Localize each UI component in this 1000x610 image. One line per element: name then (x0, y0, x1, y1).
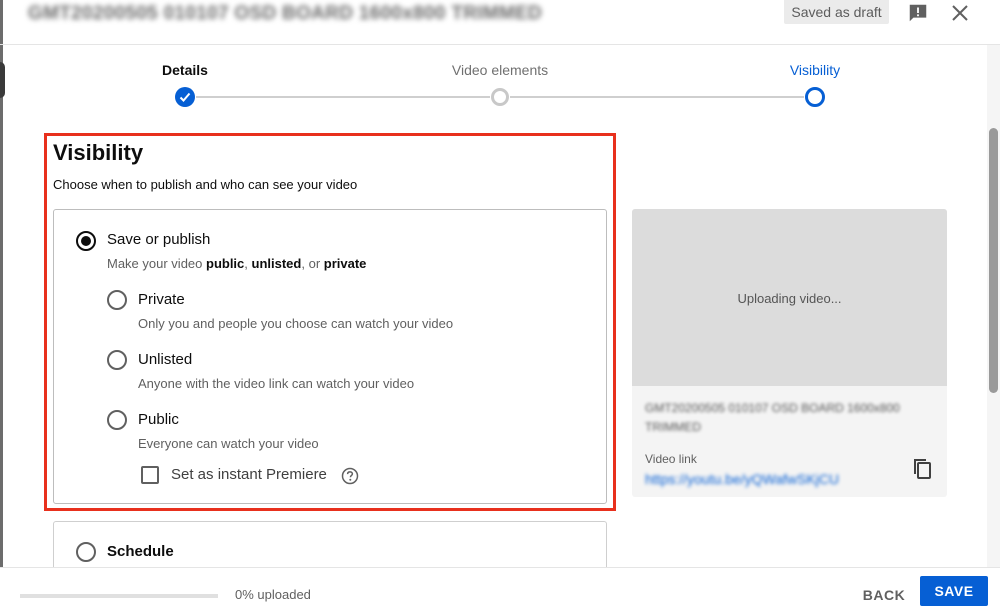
step-video-elements[interactable]: Video elements (452, 62, 548, 78)
video-link-label: Video link (645, 452, 697, 466)
schedule-radio[interactable] (76, 542, 96, 562)
instant-premiere-label: Set as instant Premiere (171, 466, 327, 483)
public-radio[interactable] (107, 410, 127, 430)
step-pending-icon[interactable] (491, 88, 509, 106)
dialog-footer: 0% uploaded BACK SAVE (0, 567, 1000, 606)
unlisted-description: Anyone with the video link can watch you… (138, 376, 415, 391)
public-description: Everyone can watch your video (138, 436, 319, 451)
video-thumbnail: Uploading video... (632, 209, 947, 386)
upload-dialog: GMT20200505 010107 OSD BOARD 1600x800 TR… (0, 0, 1000, 606)
visibility-title: Visibility (53, 140, 144, 165)
private-radio[interactable] (107, 290, 127, 310)
stepper-connector (196, 96, 490, 98)
instant-premiere-checkbox[interactable] (141, 466, 159, 484)
public-label: Public (138, 411, 179, 428)
private-label: Private (138, 291, 185, 308)
unlisted-label: Unlisted (138, 351, 193, 368)
help-icon[interactable] (341, 467, 359, 485)
upload-status: Uploading video... (737, 291, 842, 306)
upload-progress-bar (20, 594, 218, 598)
step-current-icon[interactable] (805, 87, 825, 107)
dialog-header: GMT20200505 010107 OSD BOARD 1600x800 TR… (0, 0, 1000, 45)
checkmark-icon[interactable] (175, 87, 195, 107)
schedule-label: Schedule (107, 543, 174, 560)
step-visibility[interactable]: Visibility (790, 62, 840, 78)
save-button[interactable]: SAVE (920, 576, 988, 606)
back-button[interactable]: BACK (852, 580, 916, 610)
save-or-publish-label: Save or publish (107, 231, 211, 248)
save-or-publish-radio[interactable] (76, 231, 96, 251)
private-description: Only you and people you choose can watch… (138, 316, 454, 331)
file-name: GMT20200505 010107 OSD BOARD 1600x800 TR… (645, 401, 900, 434)
save-or-publish-card: Save or publish Make your video public, … (53, 209, 607, 504)
scrollbar-thumb[interactable] (989, 128, 998, 393)
stepper-connector (510, 96, 804, 98)
unlisted-radio[interactable] (107, 350, 127, 370)
feedback-icon[interactable] (905, 0, 931, 26)
video-link[interactable]: https://youtu.be/yQWafwSKjCU (645, 471, 839, 487)
copy-icon[interactable] (911, 457, 933, 481)
step-details[interactable]: Details (162, 62, 208, 78)
close-icon[interactable] (947, 0, 973, 26)
save-or-publish-description: Make your video public, unlisted, or pri… (107, 256, 367, 271)
visibility-subtitle: Choose when to publish and who can see y… (53, 177, 358, 192)
progress-stepper: Details Video elements Visibility (0, 45, 1000, 125)
video-title: GMT20200505 010107 OSD BOARD 1600x800 TR… (28, 3, 543, 24)
video-preview-panel: Uploading video... GMT20200505 010107 OS… (632, 209, 947, 497)
saved-as-draft-badge: Saved as draft (784, 0, 889, 24)
